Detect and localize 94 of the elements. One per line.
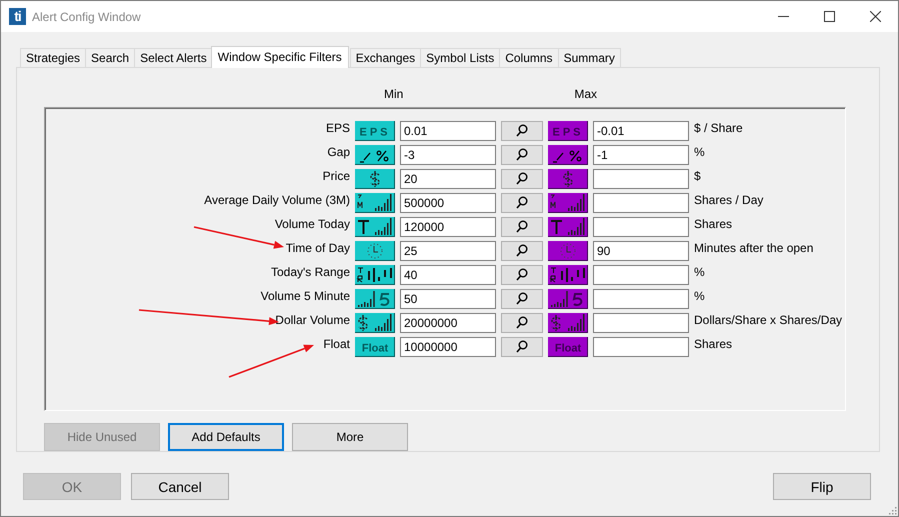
max-value-field[interactable]: -1 bbox=[593, 144, 689, 165]
search-button[interactable] bbox=[501, 216, 543, 237]
close-icon[interactable] bbox=[870, 11, 880, 22]
search-icon bbox=[516, 268, 528, 282]
search-button[interactable] bbox=[501, 192, 543, 213]
volume-bars-icon[interactable] bbox=[548, 216, 588, 237]
max-value-field[interactable] bbox=[593, 216, 689, 237]
min-value-field[interactable]: 0.01 bbox=[400, 120, 496, 141]
panel-button[interactable]: Add Defaults bbox=[168, 423, 284, 451]
clock-icon[interactable] bbox=[355, 240, 395, 261]
filter-label: Volume Today bbox=[274, 216, 350, 231]
unit-label: $ / Share bbox=[694, 120, 744, 135]
panel-button[interactable]: More bbox=[292, 423, 408, 451]
search-button[interactable] bbox=[501, 288, 543, 309]
max-value-field[interactable] bbox=[593, 168, 689, 189]
volume-bars-icon[interactable] bbox=[548, 192, 588, 213]
unit-label: % bbox=[694, 264, 706, 279]
tab[interactable]: Exchanges bbox=[350, 48, 422, 67]
max-value-field[interactable] bbox=[593, 288, 689, 309]
min-value-field[interactable]: -3 bbox=[400, 144, 496, 165]
dollar-icon[interactable] bbox=[355, 168, 395, 189]
tab[interactable]: Symbol Lists bbox=[420, 48, 500, 67]
filter-label: EPS bbox=[326, 120, 350, 135]
search-icon bbox=[516, 340, 528, 354]
search-icon bbox=[516, 244, 528, 258]
volume-bars-icon[interactable] bbox=[355, 288, 395, 309]
eps-filter-button[interactable]: EPS bbox=[355, 120, 395, 141]
max-value-field[interactable]: 90 bbox=[593, 240, 689, 261]
dialog-button[interactable]: Cancel bbox=[131, 473, 229, 500]
unit-label: $ bbox=[694, 168, 702, 183]
max-header: Max bbox=[574, 86, 598, 101]
search-button[interactable] bbox=[501, 312, 543, 333]
unit-label: % bbox=[694, 144, 706, 159]
filter-label: Float bbox=[323, 336, 350, 351]
search-button[interactable] bbox=[501, 144, 543, 165]
dialog-button[interactable]: Flip bbox=[773, 473, 871, 500]
min-value-field[interactable]: 20000000 bbox=[400, 312, 496, 333]
min-value-field[interactable]: 25 bbox=[400, 240, 496, 261]
max-value-field[interactable] bbox=[593, 336, 689, 357]
search-button[interactable] bbox=[501, 264, 543, 285]
maximize-icon[interactable] bbox=[824, 11, 834, 22]
tab[interactable]: Summary bbox=[558, 48, 621, 67]
min-value-field[interactable]: 20 bbox=[400, 168, 496, 189]
search-button[interactable] bbox=[501, 240, 543, 261]
search-icon bbox=[516, 292, 528, 306]
filter-label: Time of Day bbox=[286, 240, 350, 255]
filter-label: Gap bbox=[327, 144, 350, 159]
unit-label: Minutes after the open bbox=[694, 240, 814, 255]
filter-label: Today's Range bbox=[270, 264, 350, 279]
tab[interactable]: Window Specific Filters bbox=[210, 46, 349, 68]
volume-bars-icon[interactable] bbox=[548, 288, 588, 309]
filter-label: Price bbox=[322, 168, 350, 183]
resize-grip-icon[interactable] bbox=[889, 507, 897, 515]
range-bars-icon[interactable] bbox=[355, 264, 395, 285]
float-filter-button[interactable]: Float bbox=[355, 336, 395, 357]
min-value-field[interactable]: 50 bbox=[400, 288, 496, 309]
filter-label: Average Daily Volume (3M) bbox=[204, 192, 350, 207]
range-bars-icon[interactable] bbox=[548, 264, 588, 285]
search-icon bbox=[516, 220, 528, 234]
unit-label: Shares bbox=[694, 216, 734, 231]
dollar-volume-icon[interactable] bbox=[355, 312, 395, 333]
clock-icon[interactable] bbox=[548, 240, 588, 261]
search-button[interactable] bbox=[501, 336, 543, 357]
tab[interactable]: Strategies bbox=[20, 48, 86, 67]
min-value-field[interactable]: 10000000 bbox=[400, 336, 496, 357]
min-value-field[interactable]: 500000 bbox=[400, 192, 496, 213]
gap-percent-icon[interactable] bbox=[548, 144, 588, 165]
unit-label: % bbox=[694, 288, 706, 303]
volume-bars-icon[interactable] bbox=[355, 192, 395, 213]
search-button[interactable] bbox=[501, 120, 543, 141]
max-value-field[interactable] bbox=[593, 192, 689, 213]
search-icon bbox=[516, 172, 528, 186]
unit-label: Shares / Day bbox=[694, 192, 764, 207]
dollar-icon[interactable] bbox=[548, 168, 588, 189]
volume-bars-icon[interactable] bbox=[355, 216, 395, 237]
search-icon bbox=[516, 148, 528, 162]
min-value-field[interactable]: 120000 bbox=[400, 216, 496, 237]
gap-percent-icon[interactable] bbox=[355, 144, 395, 165]
dollar-volume-icon[interactable] bbox=[548, 312, 588, 333]
search-button[interactable] bbox=[501, 168, 543, 189]
search-icon bbox=[516, 124, 528, 138]
unit-label: Shares bbox=[694, 336, 734, 351]
max-value-field[interactable] bbox=[593, 264, 689, 285]
filter-label: Dollar Volume bbox=[275, 312, 350, 327]
min-header: Min bbox=[384, 86, 404, 101]
unit-label: Dollars/Share x Shares/Day bbox=[694, 312, 844, 327]
min-value-field[interactable]: 40 bbox=[400, 264, 496, 285]
search-icon bbox=[516, 316, 528, 330]
max-value-field[interactable] bbox=[593, 312, 689, 333]
max-value-field[interactable]: -0.01 bbox=[593, 120, 689, 141]
window-title: Alert Config Window bbox=[32, 10, 142, 24]
search-icon bbox=[516, 196, 528, 210]
app-logo: ti bbox=[9, 8, 26, 25]
filter-label: Volume 5 Minute bbox=[260, 288, 350, 303]
